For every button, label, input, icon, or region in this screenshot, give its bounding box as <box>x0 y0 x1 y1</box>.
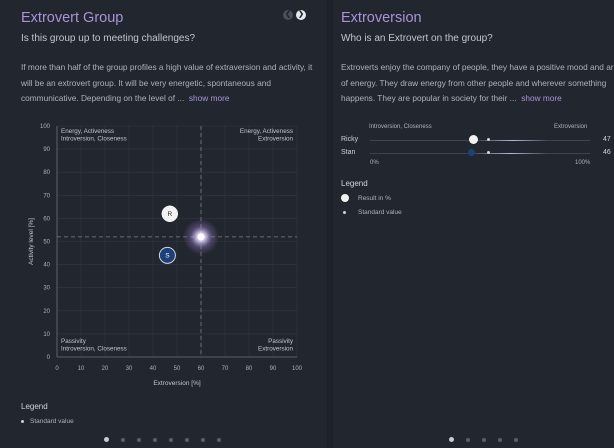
quadrant-label-bottom-right: Passivity <box>268 338 294 345</box>
description-line: of energy. They draw energy from other p… <box>341 77 607 88</box>
scale-left-label: Introversion, Closeness <box>369 124 432 130</box>
page-dot[interactable] <box>201 437 205 442</box>
x-tick-label: 80 <box>246 366 253 372</box>
y-tick-label: 40 <box>43 263 50 269</box>
panel-subtitle: Who is an Extrovert on the group? <box>341 33 493 44</box>
page-dot[interactable] <box>514 437 518 442</box>
x-tick-label: 10 <box>78 366 85 372</box>
page-dot[interactable] <box>466 437 470 442</box>
y-tick-label: 80 <box>43 170 50 176</box>
x-tick-label: 30 <box>126 366 133 372</box>
page-indicator <box>104 437 221 442</box>
next-button[interactable]: ❯ <box>296 10 306 20</box>
panel-title: Extrovert Group <box>21 10 124 26</box>
y-tick-label: 100 <box>40 124 51 130</box>
page-dot[interactable] <box>104 437 109 442</box>
y-tick-label: 30 <box>43 286 50 292</box>
y-axis-label: Activity level [%] <box>28 218 35 265</box>
standard-value-marker-icon <box>21 420 24 423</box>
page-dot[interactable] <box>137 437 141 442</box>
show-more-link[interactable]: show more <box>521 93 562 103</box>
result-value-stan: 46 <box>603 149 611 156</box>
description-text: Extroverts enjoy the company of people, … <box>341 60 614 107</box>
quadrant-label-bottom-left: Introversion, Closeness <box>61 346 127 353</box>
y-tick-label: 20 <box>43 309 50 315</box>
x-axis-label: Extroversion [%] <box>153 380 201 387</box>
legend-standard-value: Standard value <box>343 209 402 216</box>
person-point-label: S <box>165 253 170 260</box>
page-dot[interactable] <box>153 437 157 442</box>
description-line: will be an extrovert group. It will be v… <box>21 77 271 88</box>
y-tick-label: 70 <box>43 193 50 199</box>
quadrant-label-top-left: Energy, Activeness <box>61 128 114 135</box>
person-name-ricky: Ricky <box>341 136 359 143</box>
y-tick-label: 10 <box>43 332 50 338</box>
legend-label: Standard value <box>30 418 74 425</box>
page-dot[interactable] <box>185 437 189 442</box>
description-line: communicative. Depending on the level of… <box>21 93 185 103</box>
panel-title: Extroversion <box>341 10 422 26</box>
quadrant-label-top-right: Energy, Activeness <box>240 128 293 135</box>
page-dot[interactable] <box>449 437 454 442</box>
result-marker-icon <box>341 194 349 202</box>
chevron-left-icon: ❮ <box>285 11 291 18</box>
extrovert-group-panel: Extrovert Group ❮ ❯ Is this group up to … <box>0 0 327 448</box>
quadrant-label-top-left: Introversion, Closeness <box>61 136 127 143</box>
scale-right-label: Extroversion <box>554 124 588 130</box>
x-tick-label: 50 <box>174 366 181 372</box>
quadrant-label-bottom-right: Extroversion <box>258 346 293 353</box>
legend-label: Standard value <box>358 209 402 216</box>
person-point-label: R <box>167 211 172 218</box>
extroversion-panel: Extroversion Who is an Extrovert on the … <box>333 0 614 448</box>
description-text: If more than half of the group profiles … <box>21 60 321 107</box>
page-dot[interactable] <box>217 437 221 442</box>
person-name-stan: Stan <box>341 149 356 156</box>
show-more-link[interactable]: show more <box>189 93 230 103</box>
legend-result: Result in % <box>341 194 391 202</box>
percent-max-label: 100% <box>575 160 591 166</box>
legend-title: Legend <box>21 402 48 411</box>
percent-min-label: 0% <box>370 160 379 166</box>
page-indicator <box>449 437 518 442</box>
quadrant-label-top-right: Extroversion <box>258 136 293 143</box>
chevron-right-icon: ❯ <box>298 11 304 18</box>
description-line: Extroverts enjoy the company of people, … <box>341 62 614 72</box>
quadrant-label-bottom-left: Passivity <box>61 338 87 345</box>
result-handle-ricky[interactable] <box>468 135 478 144</box>
description-line: happens. They are popular in society for… <box>341 93 517 103</box>
x-tick-label: 70 <box>222 366 229 372</box>
page-dot[interactable] <box>169 437 173 442</box>
x-tick-label: 0 <box>55 366 59 372</box>
y-tick-label: 60 <box>43 216 50 222</box>
legend-standard-value: Standard value <box>21 418 74 425</box>
result-value-ricky: 47 <box>603 136 611 143</box>
x-tick-label: 40 <box>150 366 157 372</box>
page-dot[interactable] <box>121 437 125 442</box>
standard-value-point <box>197 233 205 241</box>
y-tick-label: 50 <box>43 240 50 246</box>
x-tick-label: 90 <box>270 366 277 372</box>
result-handle-stan[interactable] <box>467 149 475 156</box>
page-dot[interactable] <box>482 437 486 442</box>
y-tick-label: 0 <box>47 355 51 361</box>
legend-label: Result in % <box>358 194 391 202</box>
legend-title: Legend <box>341 179 368 188</box>
extroversion-activity-scatter-chart: 0 10 20 30 40 50 60 70 80 90 100 0 10 20 30 40 50 60 70 80 9… <box>28 124 303 387</box>
x-tick-label: 100 <box>292 366 303 372</box>
previous-button[interactable]: ❮ <box>283 10 293 20</box>
x-tick-label: 20 <box>102 366 109 372</box>
page-dot[interactable] <box>498 437 502 442</box>
slider-range-stan <box>473 152 548 154</box>
standard-value-marker-icon <box>343 211 346 214</box>
y-tick-label: 90 <box>43 147 50 153</box>
x-tick-label: 60 <box>198 366 205 372</box>
panel-subtitle: Is this group up to meeting challenges? <box>21 33 195 44</box>
description-line: If more than half of the group profiles … <box>21 62 313 72</box>
